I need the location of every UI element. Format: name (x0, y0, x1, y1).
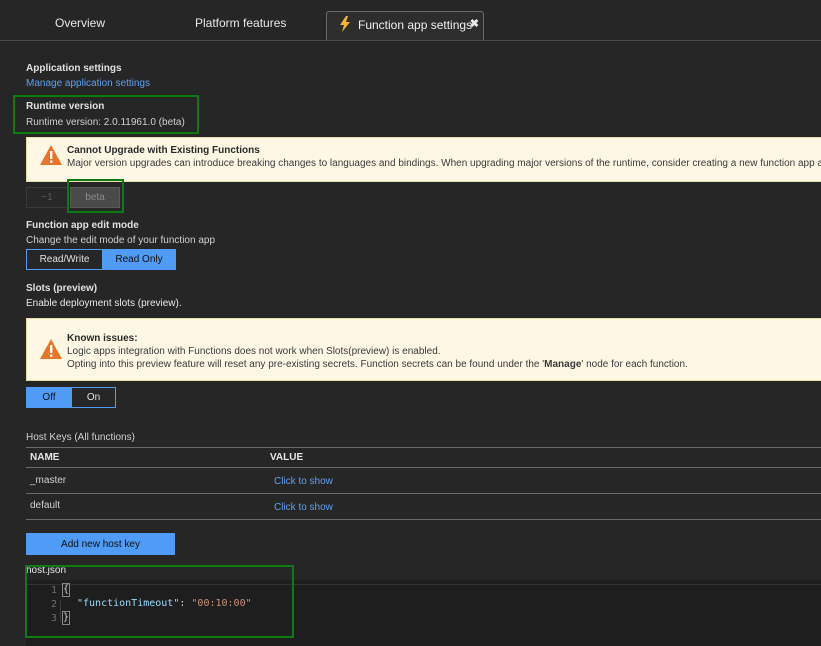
slots-off-option[interactable]: Off (26, 387, 72, 408)
read-write-option[interactable]: Read/Write (26, 249, 103, 270)
manage-app-settings-link[interactable]: Manage application settings (26, 78, 150, 89)
warning-title: Cannot Upgrade with Existing Functions (67, 145, 260, 156)
app-settings-title: Application settings (26, 63, 122, 74)
warning-icon (40, 145, 62, 165)
warning-text: Major version upgrades can introduce bre… (67, 158, 821, 169)
warning-icon (40, 339, 62, 359)
host-key-name: default (30, 500, 61, 511)
highlight-host-json (25, 565, 294, 638)
edit-mode-desc: Change the edit mode of your function ap… (26, 235, 216, 246)
slots-title: Slots (preview) (26, 283, 98, 294)
tab-bar: Overview Platform features Function app … (0, 0, 821, 40)
known-issues-line2-a: Opting into this preview feature will re… (67, 359, 545, 370)
close-icon[interactable]: ✖ (470, 17, 479, 30)
known-issues-line2: Opting into this preview feature will re… (67, 359, 688, 370)
manage-emphasis: Manage (544, 359, 582, 370)
host-keys-title: Host Keys (All functions) (26, 432, 135, 443)
lightning-icon (340, 16, 350, 32)
table-header-border (26, 467, 821, 468)
runtime-version-value: Runtime version: 2.0.11961.0 (beta) (26, 117, 185, 128)
tab-function-app-settings[interactable]: Function app settings ✖ (326, 11, 484, 40)
tab-overview[interactable]: Overview (55, 16, 105, 30)
col-value-header: VALUE (270, 452, 304, 463)
tab-divider (0, 40, 821, 41)
edit-mode-title: Function app edit mode (26, 220, 139, 231)
click-to-show-link[interactable]: Click to show (274, 476, 333, 487)
table-row-border (26, 519, 821, 520)
slots-desc: Enable deployment slots (preview). (26, 298, 182, 309)
known-issues-title: Known issues: (67, 333, 138, 344)
table-row-border (26, 493, 821, 494)
click-to-show-link[interactable]: Click to show (274, 502, 333, 513)
highlight-beta (67, 179, 124, 213)
known-issues-line1: Logic apps integration with Functions do… (67, 346, 441, 357)
tab-label: Function app settings (358, 18, 473, 32)
runtime-option-v1[interactable]: ~1 (26, 187, 68, 208)
upgrade-warning: Cannot Upgrade with Existing Functions M… (26, 137, 821, 182)
table-top-border (26, 447, 821, 448)
add-host-key-button[interactable]: Add new host key (26, 533, 175, 555)
slots-on-option[interactable]: On (71, 387, 116, 408)
known-issues-line2-c: ' node for each function. (581, 359, 688, 370)
col-name-header: NAME (30, 452, 60, 463)
runtime-version-title: Runtime version (26, 101, 105, 112)
known-issues-warning: Known issues: Logic apps integration wit… (26, 318, 821, 381)
host-key-name: _master (30, 475, 67, 486)
read-only-option[interactable]: Read Only (102, 249, 176, 270)
tab-platform-features[interactable]: Platform features (195, 16, 286, 30)
